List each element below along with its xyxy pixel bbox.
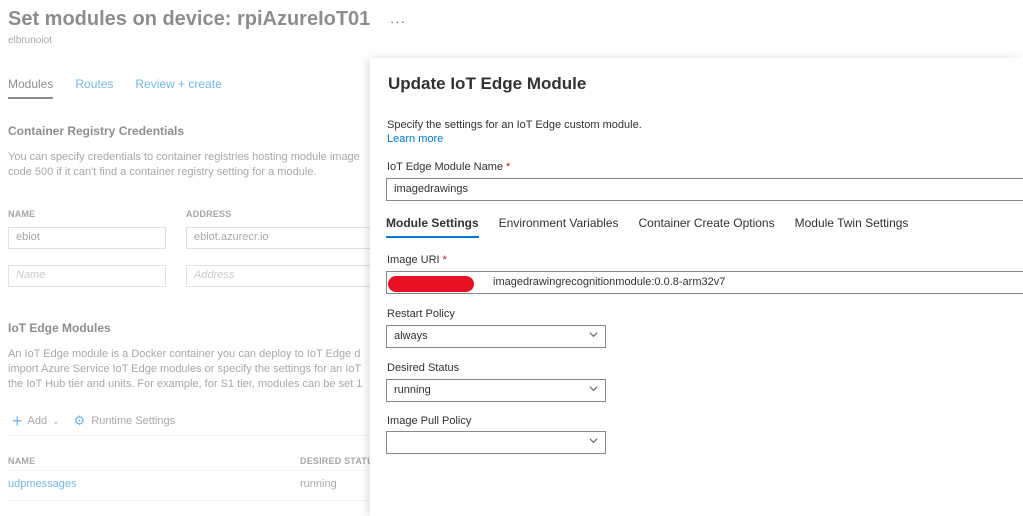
edge-modules-section-title: IoT Edge Modules: [8, 321, 111, 335]
restart-policy-label: Restart Policy: [387, 308, 455, 320]
required-mark: *: [442, 254, 447, 266]
chevron-down-icon: [589, 386, 598, 392]
registry-new-address-input[interactable]: Address: [186, 265, 376, 287]
registry-description-line1: You can specify credentials to container…: [8, 151, 360, 163]
modules-col-name: NAME: [8, 456, 36, 466]
module-name-label-text: IoT Edge Module Name: [387, 161, 503, 173]
modules-col-desired-status: DESIRED STATUS: [300, 456, 380, 466]
desired-status-dropdown[interactable]: running: [386, 379, 606, 402]
image-pull-policy-dropdown[interactable]: [386, 431, 606, 454]
chevron-down-icon: [589, 332, 598, 338]
registry-description-line2: code 500 if it can't find a container re…: [8, 166, 317, 178]
redaction-mark: [388, 276, 474, 292]
plus-icon: +: [12, 411, 23, 431]
row-divider: [8, 500, 370, 501]
tab-module-settings[interactable]: Module Settings: [386, 216, 479, 238]
restart-policy-value: always: [394, 330, 428, 342]
module-name-input[interactable]: imagedrawings: [386, 178, 1023, 201]
registry-new-name-input[interactable]: Name: [8, 265, 166, 287]
learn-more-link[interactable]: Learn more: [387, 133, 443, 145]
toolbar-divider: [8, 435, 370, 436]
more-options-icon[interactable]: ···: [390, 14, 406, 29]
module-subtabs: Module Settings Environment Variables Co…: [386, 216, 908, 238]
runtime-settings-button[interactable]: Runtime Settings: [91, 415, 175, 427]
module-name-label: IoT Edge Module Name *: [387, 161, 510, 173]
registry-col-address: ADDRESS: [186, 209, 232, 219]
image-uri-label-text: Image URI: [387, 254, 440, 266]
add-button-label[interactable]: Add: [28, 415, 48, 427]
module-link-udpmessages[interactable]: udpmessages: [8, 478, 77, 490]
image-pull-policy-label: Image Pull Policy: [387, 415, 472, 427]
tab-modules[interactable]: Modules: [8, 77, 54, 99]
page-title: Set modules on device: rpiAzureIoT01: [8, 8, 371, 30]
registry-section-title: Container Registry Credentials: [8, 124, 185, 138]
modules-toolbar: + Add ⌄ ⚙ Runtime Settings: [12, 411, 175, 431]
page-tabs: Modules Routes Review + create: [8, 77, 222, 99]
tab-environment-variables[interactable]: Environment Variables: [499, 216, 619, 238]
update-module-blade: Update IoT Edge Module Specify the setti…: [370, 58, 1023, 516]
blade-description: Specify the settings for an IoT Edge cus…: [387, 119, 642, 131]
desired-status-label: Desired Status: [387, 362, 460, 374]
gear-icon: ⚙: [73, 413, 86, 428]
tab-routes[interactable]: Routes: [75, 77, 113, 99]
image-uri-input[interactable]: imagedrawingrecognitionmodule:0.0.8-arm3…: [386, 271, 1023, 294]
edge-modules-description-line3: the IoT Hub tier and units. For example,…: [8, 378, 363, 390]
tab-review-create[interactable]: Review + create: [135, 77, 221, 99]
blade-title: Update IoT Edge Module: [388, 74, 587, 93]
chevron-down-icon[interactable]: ⌄: [52, 416, 60, 427]
tab-container-create-options[interactable]: Container Create Options: [639, 216, 775, 238]
module-status: running: [300, 478, 337, 490]
chevron-down-icon: [589, 438, 598, 444]
desired-status-value: running: [394, 384, 431, 396]
registry-name-field[interactable]: ebiot: [8, 227, 166, 249]
edge-modules-description-line2: import Azure Service IoT Edge modules or…: [8, 363, 362, 375]
image-uri-label: Image URI *: [387, 254, 447, 266]
required-mark: *: [506, 161, 511, 173]
registry-col-name: NAME: [8, 209, 36, 219]
edge-modules-description-line1: An IoT Edge module is a Docker container…: [8, 348, 361, 360]
restart-policy-dropdown[interactable]: always: [386, 325, 606, 348]
page-subtitle: elbrunoiot: [8, 35, 52, 46]
registry-address-field[interactable]: ebiot.azurecr.io: [186, 227, 376, 249]
row-divider: [8, 470, 370, 471]
tab-module-twin-settings[interactable]: Module Twin Settings: [795, 216, 909, 238]
